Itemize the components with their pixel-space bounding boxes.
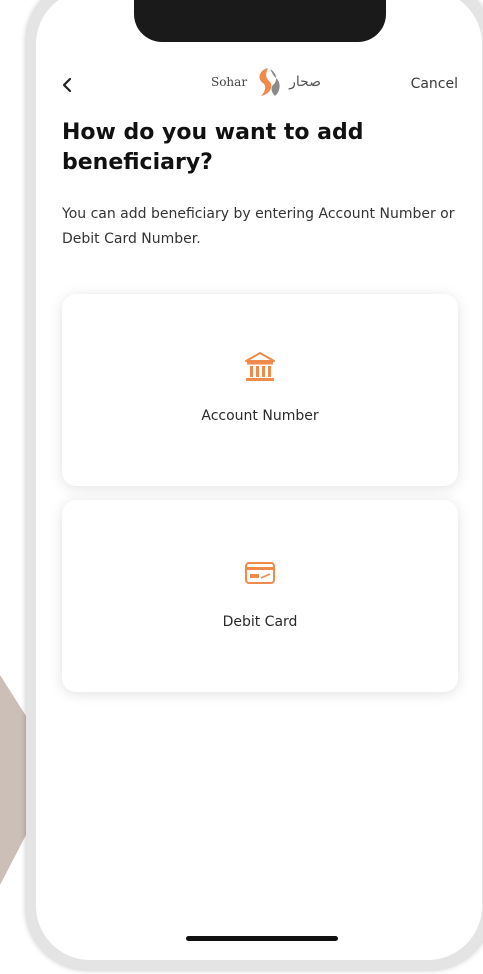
debit-card-label: Debit Card [222,614,298,630]
account-number-option[interactable]: Account Number [62,294,458,486]
logo-mark-icon [259,68,280,96]
bank-icon [245,352,275,381]
logo-text-en: Sohar [210,75,248,89]
credit-card-icon [245,562,275,584]
home-indicator [186,936,338,941]
cancel-button[interactable]: Cancel [411,76,458,92]
logo-text-ar: صحار [289,74,322,90]
app-screen: Sohar صحار Cancel How do you want to add… [36,0,482,960]
device-notch [134,0,386,42]
debit-card-option[interactable]: Debit Card [62,500,458,692]
page-subtitle: You can add beneficiary by entering Acco… [62,206,455,247]
account-number-label: Account Number [201,408,319,424]
back-button[interactable] [56,74,78,96]
page-title: How do you want to add beneficiary? [62,120,364,175]
chevron-left-icon [62,77,72,93]
bank-logo: Sohar صحار [196,64,336,100]
